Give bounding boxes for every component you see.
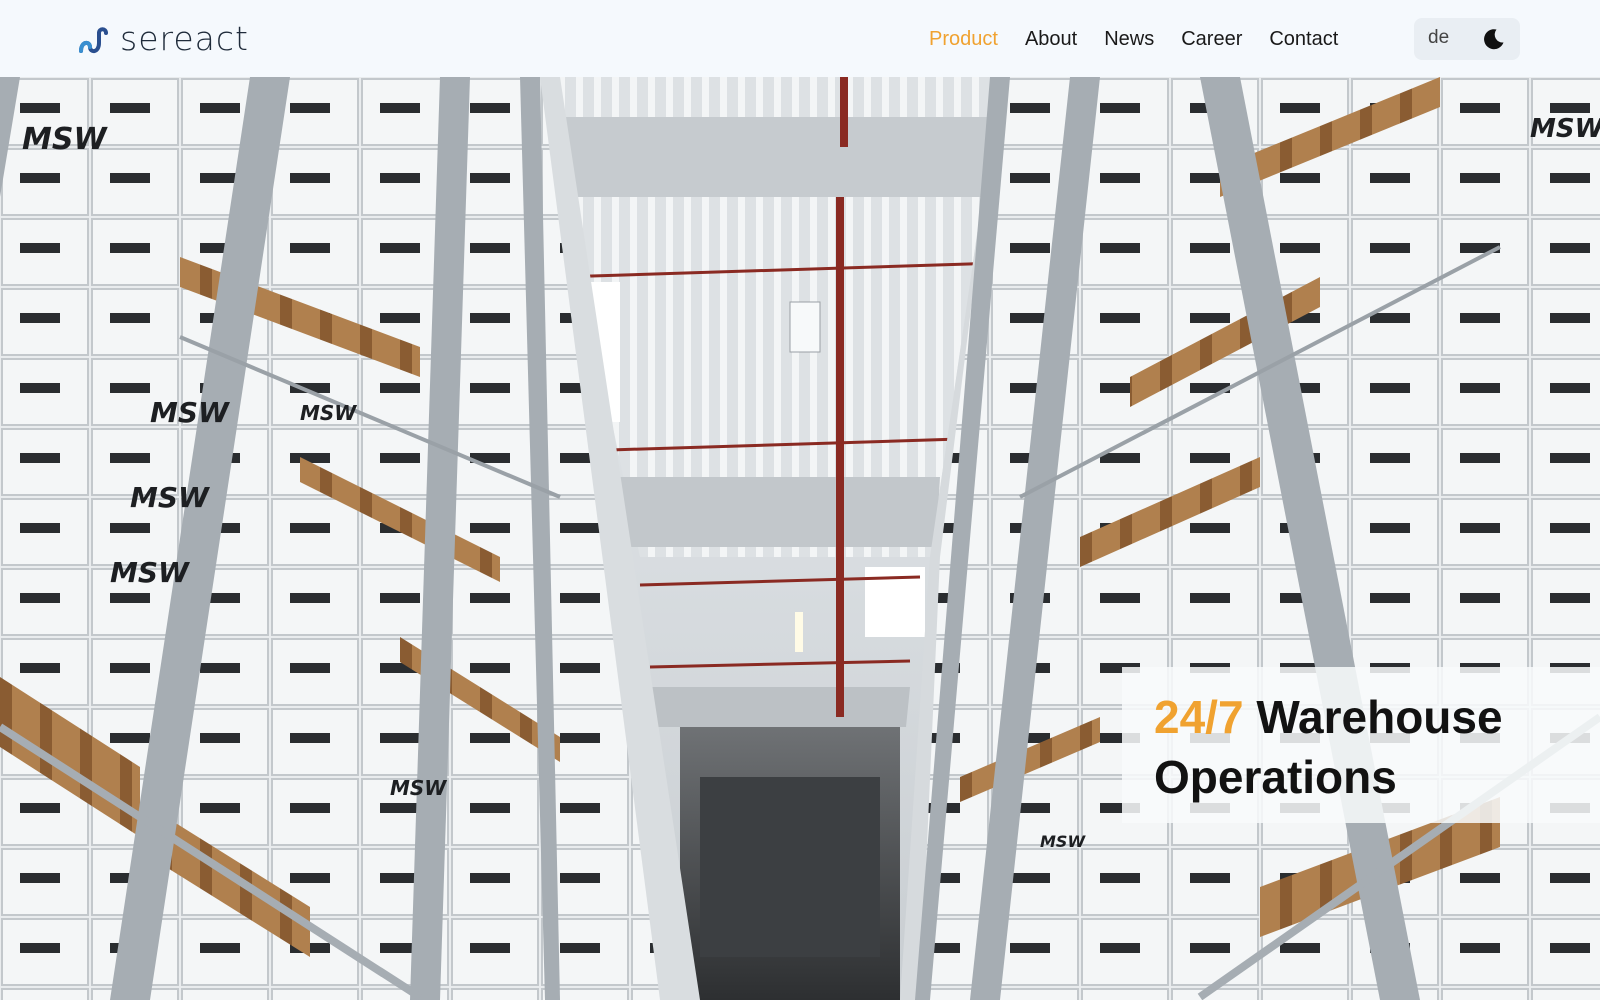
box-label: MSW xyxy=(110,556,190,589)
brand-logo[interactable]: sereact xyxy=(78,22,249,55)
box-label: MSW xyxy=(130,481,210,514)
language-theme-toggle: de xyxy=(1414,18,1520,60)
box-label: MSW xyxy=(1530,114,1600,144)
brand-name: sereact xyxy=(120,19,249,58)
hero-caption-panel: 24/7 Warehouse Operations xyxy=(1122,667,1600,823)
hero-headline-rest: Warehouse xyxy=(1256,691,1503,743)
language-switch[interactable]: de xyxy=(1428,27,1449,49)
hero-headline-line2: Operations xyxy=(1154,751,1397,803)
moon-icon[interactable] xyxy=(1482,27,1506,51)
box-label: MSW xyxy=(1040,832,1086,851)
box-label: MSW xyxy=(22,122,108,157)
nav-item-news[interactable]: News xyxy=(1104,26,1154,52)
nav-item-contact[interactable]: Contact xyxy=(1269,26,1338,52)
nav-item-about[interactable]: About xyxy=(1025,26,1077,52)
hero-headline-line1: 24/7 Warehouse xyxy=(1154,687,1600,747)
hero-section: MSW MSW MSW MSW MSW MSW MSW MSW xyxy=(0,77,1600,1000)
box-label: MSW xyxy=(300,401,357,425)
nav-item-career[interactable]: Career xyxy=(1181,26,1242,52)
hero-headline-accent: 24/7 xyxy=(1154,691,1244,743)
sereact-swirl-icon xyxy=(79,26,108,53)
main-nav: Product About News Career Contact xyxy=(929,26,1365,52)
warehouse-aisle-image: MSW MSW MSW MSW MSW MSW MSW MSW xyxy=(0,77,1600,1000)
nav-item-product[interactable]: Product xyxy=(929,26,998,52)
box-label: MSW xyxy=(390,776,447,800)
box-label: MSW xyxy=(150,396,230,429)
site-header: sereact Product About News Career Contac… xyxy=(0,0,1600,77)
